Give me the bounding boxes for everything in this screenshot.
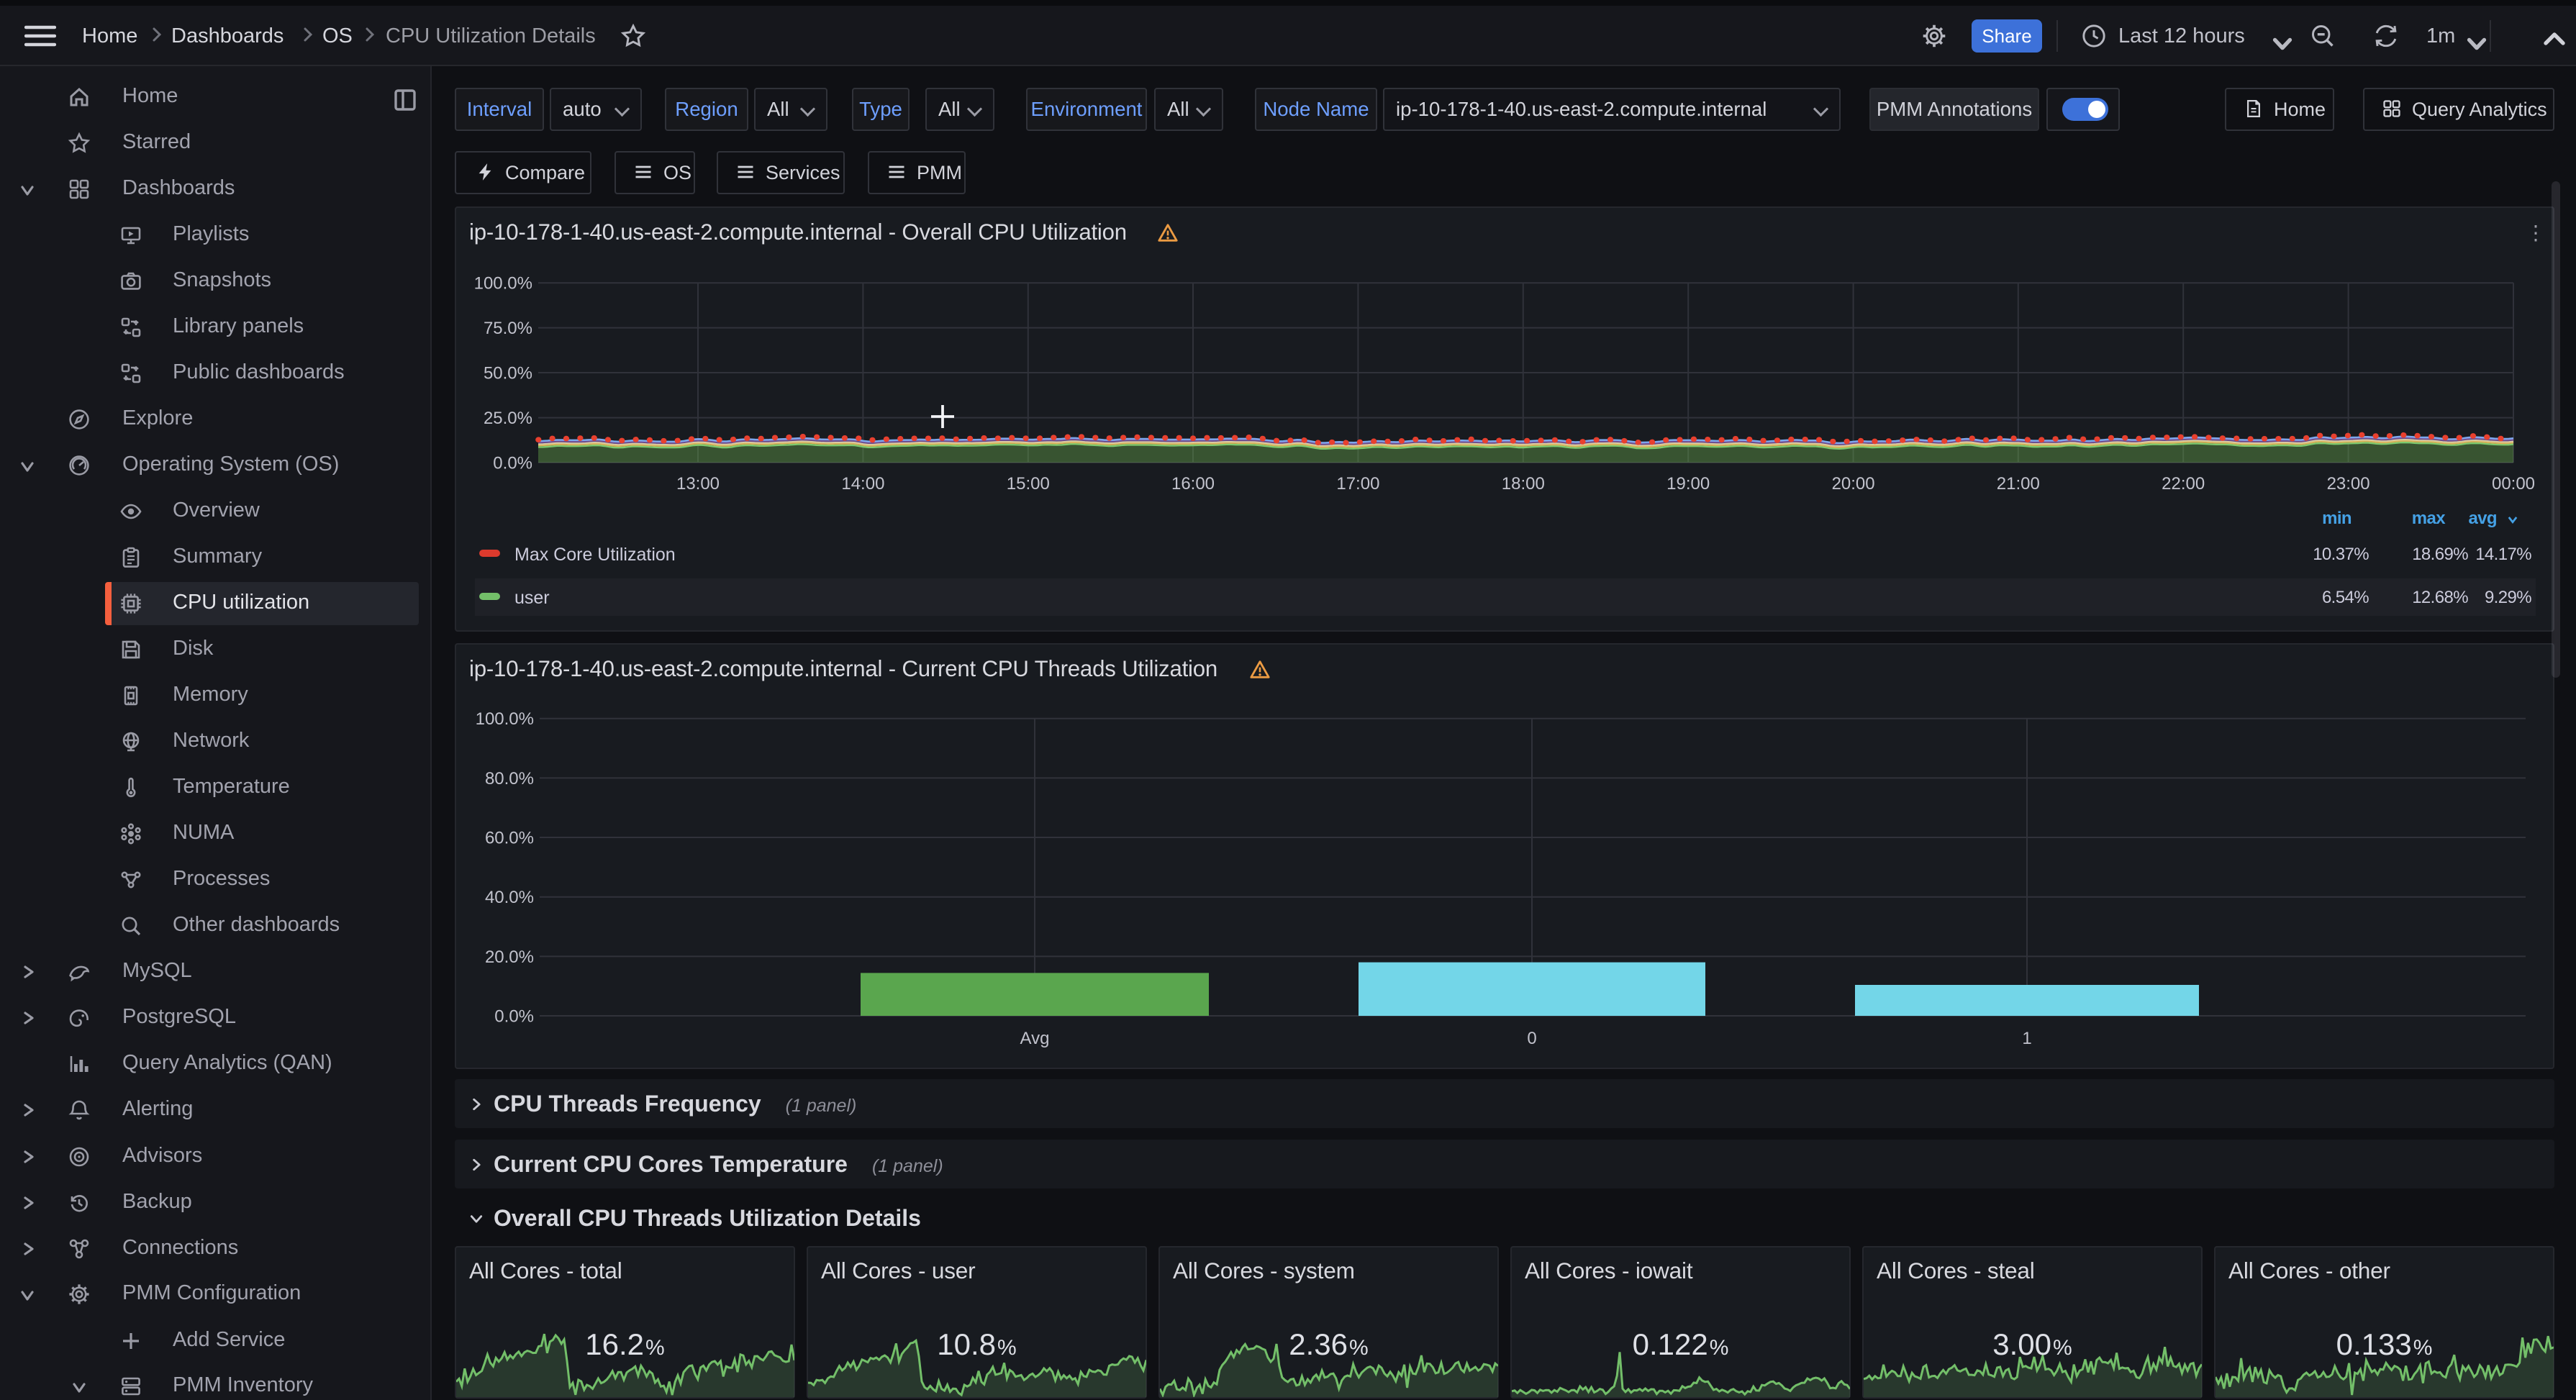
svg-text:17:00: 17:00 <box>1336 474 1379 494</box>
svg-text:Avg: Avg <box>1020 1029 1050 1048</box>
svg-text:22:00: 22:00 <box>2162 474 2205 494</box>
svg-text:0: 0 <box>1527 1029 1536 1048</box>
svg-text:100.0%: 100.0% <box>476 709 534 729</box>
svg-text:20.0%: 20.0% <box>485 947 534 967</box>
svg-text:50.0%: 50.0% <box>484 364 532 383</box>
svg-text:40.0%: 40.0% <box>485 888 534 907</box>
svg-text:0.0%: 0.0% <box>493 453 532 473</box>
svg-text:00:00: 00:00 <box>2492 474 2535 494</box>
svg-text:60.0%: 60.0% <box>485 828 534 847</box>
svg-text:25.0%: 25.0% <box>484 409 532 428</box>
svg-text:14:00: 14:00 <box>841 474 884 494</box>
svg-text:1: 1 <box>2022 1029 2031 1048</box>
svg-text:13:00: 13:00 <box>676 474 720 494</box>
svg-text:0.0%: 0.0% <box>494 1006 534 1026</box>
svg-text:15:00: 15:00 <box>1007 474 1050 494</box>
svg-text:18:00: 18:00 <box>1502 474 1545 494</box>
svg-text:75.0%: 75.0% <box>484 319 532 338</box>
svg-text:100.0%: 100.0% <box>474 274 532 294</box>
svg-text:23:00: 23:00 <box>2327 474 2370 494</box>
svg-text:80.0%: 80.0% <box>485 769 534 788</box>
svg-text:21:00: 21:00 <box>1997 474 2040 494</box>
svg-text:16:00: 16:00 <box>1171 474 1215 494</box>
svg-text:20:00: 20:00 <box>1832 474 1875 494</box>
svg-text:19:00: 19:00 <box>1666 474 1710 494</box>
